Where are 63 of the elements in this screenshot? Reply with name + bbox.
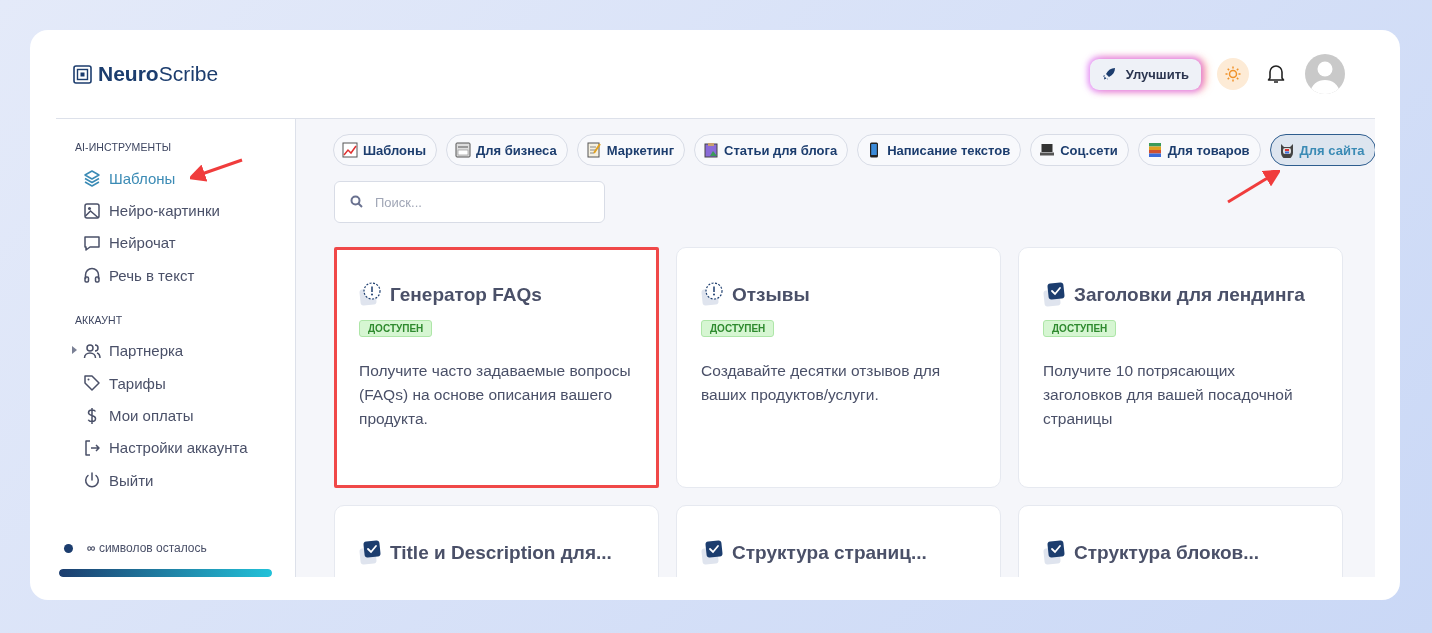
logo-icon: [73, 64, 92, 84]
category-tab[interactable]: Статьи для блога: [694, 134, 849, 166]
card-title: Генератор FAQs: [390, 284, 542, 306]
category-tab[interactable]: Маркетинг: [576, 134, 686, 166]
caret-icon[interactable]: [72, 345, 77, 354]
card-title: Title и Description для...: [390, 542, 612, 564]
sidebar-item[interactable]: Настройки аккаунта: [75, 431, 295, 465]
template-card[interactable]: Структура блоков...: [1018, 505, 1343, 577]
clipboard-icon: [703, 142, 720, 158]
sidebar-item[interactable]: Речь в текст: [75, 259, 295, 292]
document-icon: [455, 142, 471, 158]
chart-icon: [342, 142, 358, 158]
sidebar-item[interactable]: Нейро-картинки: [75, 194, 295, 227]
theme-toggle[interactable]: [1217, 58, 1249, 90]
laptop-icon: [1039, 142, 1056, 158]
category-tab[interactable]: Для бизнеса: [446, 134, 568, 166]
books-icon: [1146, 142, 1163, 158]
template-card[interactable]: Title и Description для...: [334, 505, 659, 577]
card-description: Получите часто задаваемые вопросы (FAQs) на основе описания вашего продукта.: [359, 361, 632, 429]
sidebar-item[interactable]: Партнерка: [75, 334, 295, 367]
card-description: Получите 10 потрясающих заголовков для вашей посадочной страницы: [1043, 361, 1294, 429]
card-description: Создавайте десятки отзывов для ваших продуктов/услуги.: [701, 361, 942, 405]
users-icon: [83, 341, 101, 360]
logout-icon: [83, 438, 101, 457]
rocket-icon: [1101, 67, 1116, 81]
robot-face-icon: [1278, 142, 1295, 158]
layers-icon: [83, 169, 101, 188]
category-tab[interactable]: Шаблоны: [333, 134, 437, 166]
sidebar-item[interactable]: Выйти: [75, 464, 295, 497]
sidebar-item[interactable]: Шаблоны: [75, 162, 295, 195]
category-tab[interactable]: Соц.сети: [1030, 134, 1129, 166]
template-card[interactable]: Генератор FAQs ДОСТУПЕН Получите часто задаваемые вопросы (FAQs) на основе описания вашего продукта.: [334, 247, 659, 488]
card-title: Отзывы: [732, 284, 810, 306]
status-badge: ДОСТУПЕН: [1043, 320, 1117, 337]
card-title: Заголовки для лендинга: [1074, 284, 1305, 306]
logo-text[interactable]: NeuroScribe: [98, 62, 219, 86]
template-card[interactable]: Отзывы ДОСТУПЕН Создавайте десятки отзывов для ваших продуктов/услуги.: [676, 247, 1001, 488]
sidebar-item[interactable]: Нейрочат: [75, 226, 295, 260]
tag-icon: [83, 374, 101, 393]
chat-bubble-icon: [83, 233, 101, 252]
template-card[interactable]: Заголовки для лендинга ДОСТУПЕН Получите 10 потрясающих заголовков для вашей посадочной страницы: [1018, 247, 1343, 488]
search-field[interactable]: Поиск...: [334, 181, 605, 223]
credits-remaining: ∞ символов осталось: [87, 541, 207, 555]
bell-icon[interactable]: [1267, 64, 1285, 84]
section-heading: AI-ИНСТРУМЕНТЫ: [75, 141, 173, 153]
section-heading: АККАУНТ: [75, 313, 124, 326]
notepad-icon: [585, 142, 602, 158]
template-card[interactable]: Структура страниц...: [676, 505, 1001, 577]
card-title: Структура страниц...: [732, 542, 927, 564]
status-badge: ДОСТУПЕН: [701, 320, 775, 337]
sidebar-item[interactable]: Мои оплаты: [75, 399, 295, 432]
headphones-icon: [83, 266, 101, 285]
sun-icon: [1224, 65, 1242, 83]
status-badge: ДОСТУПЕН: [359, 320, 433, 337]
upgrade-button[interactable]: Улучшить: [1089, 58, 1201, 90]
sidebar-item[interactable]: Тарифы: [75, 366, 295, 400]
card-title: Структура блоков...: [1074, 542, 1260, 564]
category-tab[interactable]: Для товаров: [1137, 134, 1261, 166]
image-icon: [83, 201, 101, 220]
search-icon: [350, 195, 363, 208]
status-dot: [64, 543, 73, 553]
category-tab[interactable]: Написание текстов: [857, 134, 1022, 166]
power-icon: [83, 471, 101, 490]
